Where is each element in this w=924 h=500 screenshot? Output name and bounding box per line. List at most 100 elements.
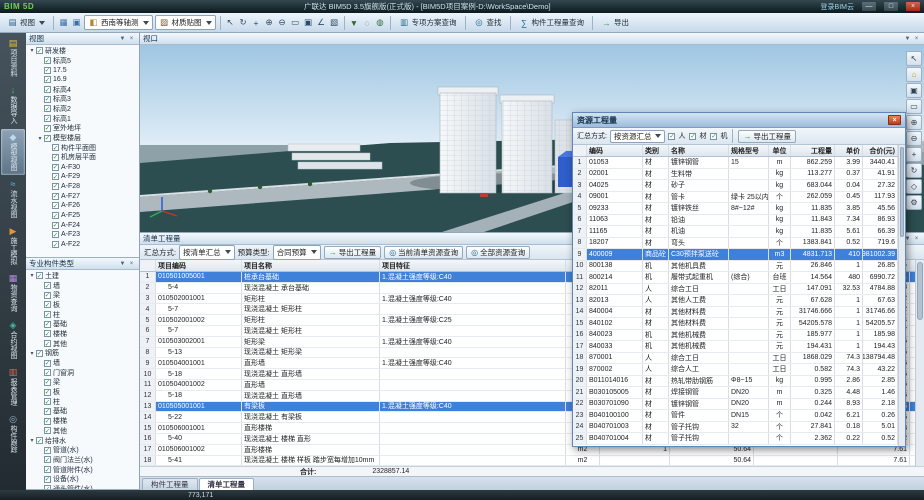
table-row[interactable]: 22B030701090材镀锌钢管DN20m0.2448.932.18 bbox=[573, 399, 898, 411]
component-quantity-query-button[interactable]: ∑ 构件工程量查询 bbox=[515, 15, 589, 30]
table-row[interactable]: 14840004材其他材料费元31746.666131746.66 bbox=[573, 307, 898, 319]
material-mode-combo[interactable]: ▨ 材质贴图 bbox=[155, 15, 216, 30]
nav-tab-model-view[interactable]: ◆模型视图 bbox=[1, 129, 25, 175]
checkbox[interactable] bbox=[52, 222, 59, 229]
resource-window-titlebar[interactable]: 资源工程量 × bbox=[573, 113, 905, 128]
table-row[interactable]: 15840102材其他材料费元54205.578154205.57 bbox=[573, 318, 898, 330]
hide-icon[interactable]: ◌ bbox=[362, 17, 373, 28]
table-row[interactable]: 409001材管卡绿卡 25以内个262.0590.45117.93 bbox=[573, 192, 898, 204]
checkbox[interactable] bbox=[52, 154, 59, 161]
checkbox[interactable] bbox=[44, 485, 51, 489]
checkbox[interactable] bbox=[44, 340, 51, 347]
home-view-icon[interactable]: ⌂ bbox=[906, 67, 922, 82]
tree-item[interactable]: 机房层平面 bbox=[26, 153, 139, 163]
checkbox[interactable] bbox=[44, 476, 51, 483]
tree-item[interactable]: A-F29 bbox=[26, 172, 139, 182]
column-header[interactable]: 项目特征 bbox=[380, 260, 566, 271]
maximize-button[interactable]: □ bbox=[884, 2, 898, 11]
orbit-icon[interactable]: ↻ bbox=[238, 17, 249, 28]
summary-mode-combo[interactable]: 按清单汇总 bbox=[179, 245, 235, 260]
table-row[interactable]: 9400009商品砼C30预拌泵送砼m34831.7134101981002.3… bbox=[573, 249, 898, 261]
checkbox[interactable] bbox=[44, 125, 51, 132]
resource-filter-2[interactable]: 机 bbox=[710, 131, 727, 141]
checkbox[interactable] bbox=[44, 115, 51, 122]
bottom-tab[interactable]: 清单工程量 bbox=[199, 478, 255, 490]
settings-icon[interactable]: ⚙ bbox=[906, 195, 922, 210]
checkbox[interactable] bbox=[44, 292, 51, 299]
column-header[interactable]: 名称 bbox=[669, 145, 729, 156]
zoom-in-icon[interactable]: ⊕ bbox=[906, 115, 922, 130]
checkbox[interactable] bbox=[44, 418, 51, 425]
isolate-icon[interactable]: ◍ bbox=[375, 17, 386, 28]
type-item[interactable]: 板 bbox=[26, 387, 139, 397]
minimize-button[interactable]: — bbox=[862, 2, 876, 11]
table-row[interactable]: 509233材镀锌铁丝8#~12#kg11.8353.8545.56 bbox=[573, 203, 898, 215]
checkbox[interactable] bbox=[44, 301, 51, 308]
table-row[interactable]: 1382013人其他人工费元67.628167.63 bbox=[573, 295, 898, 307]
checkbox[interactable] bbox=[52, 183, 59, 190]
checkbox[interactable] bbox=[52, 193, 59, 200]
type-item[interactable]: 管道附件(水) bbox=[26, 465, 139, 475]
special-plan-query-button[interactable]: ▥ 专项方案查询 bbox=[395, 15, 461, 30]
expander-icon[interactable]: ▾ bbox=[28, 47, 36, 54]
zoom-window-icon[interactable]: ▭ bbox=[290, 17, 301, 28]
checkbox[interactable] bbox=[710, 133, 717, 140]
tree-root[interactable]: ▾研发楼 bbox=[26, 46, 139, 56]
front-view-icon[interactable]: ◇ bbox=[906, 179, 922, 194]
section-icon[interactable]: ▧ bbox=[329, 17, 340, 28]
checkbox[interactable] bbox=[36, 272, 43, 279]
table-row[interactable]: 24B040701003材管子托钩32个27.8410.185.01 bbox=[573, 422, 898, 434]
measure-icon[interactable]: ∠ bbox=[316, 17, 327, 28]
export-quantity-button[interactable]: → 导出工程量 bbox=[738, 130, 796, 143]
pin-icon[interactable]: ▼ bbox=[118, 259, 127, 268]
tree-item[interactable]: A-F27 bbox=[26, 191, 139, 201]
checkbox[interactable] bbox=[44, 447, 51, 454]
column-header[interactable]: 编码 bbox=[587, 145, 643, 156]
nav-tab-data-import[interactable]: ↓数据导入 bbox=[1, 82, 25, 128]
checkbox[interactable] bbox=[44, 311, 51, 318]
tree-item[interactable]: 16.9 bbox=[26, 75, 139, 85]
zoom-extents-icon[interactable]: ▣ bbox=[303, 17, 314, 28]
type-item[interactable]: 管道(水) bbox=[26, 445, 139, 455]
column-header[interactable]: 规格型号 bbox=[729, 145, 769, 156]
type-item[interactable]: 墙 bbox=[26, 358, 139, 368]
tree-item[interactable]: 标高2 bbox=[26, 104, 139, 114]
tree-item[interactable]: A-F26 bbox=[26, 201, 139, 211]
checkbox[interactable] bbox=[44, 67, 51, 74]
checkbox[interactable] bbox=[52, 144, 59, 151]
table-row[interactable]: 185-41现浇混凝土 楼梯 样板 踏步宽每增加10mmm250.647.61 bbox=[140, 456, 915, 466]
pan-icon[interactable]: + bbox=[906, 147, 922, 162]
nav-tab-contract-view[interactable]: ◈合约视图 bbox=[1, 317, 25, 363]
close-button[interactable]: × bbox=[888, 115, 901, 125]
resource-filter-1[interactable]: 材 bbox=[689, 131, 706, 141]
pin-icon[interactable]: ▼ bbox=[118, 34, 127, 43]
view-direction-combo[interactable]: ◧ 西南等轴测 bbox=[84, 15, 153, 30]
checkbox[interactable] bbox=[668, 133, 675, 140]
column-header[interactable]: 项目编码 bbox=[156, 260, 242, 271]
type-item[interactable]: 板 bbox=[26, 300, 139, 310]
tree-item[interactable]: A-F30 bbox=[26, 162, 139, 172]
checkbox[interactable] bbox=[44, 398, 51, 405]
all-resource-query-button[interactable]: ◎ 全部资源查询 bbox=[466, 246, 530, 259]
table-row[interactable]: 711165材机油kg11.8355.6166.39 bbox=[573, 226, 898, 238]
checkbox[interactable] bbox=[52, 231, 59, 238]
close-button[interactable]: × bbox=[906, 2, 920, 11]
tree-item[interactable]: A-F28 bbox=[26, 182, 139, 192]
expander-icon[interactable]: ▾ bbox=[28, 350, 36, 357]
column-header[interactable]: 项目名称 bbox=[242, 260, 380, 271]
table-row[interactable]: 10800138机其他机具费元26.846126.85 bbox=[573, 261, 898, 273]
checkbox[interactable] bbox=[44, 408, 51, 415]
type-item[interactable]: 楼梯 bbox=[26, 329, 139, 339]
checkbox[interactable] bbox=[52, 202, 59, 209]
tree-item[interactable]: 17.5 bbox=[26, 65, 139, 75]
tree-item[interactable]: 标高3 bbox=[26, 94, 139, 104]
checkbox[interactable] bbox=[44, 57, 51, 64]
tree-item[interactable]: 标高1 bbox=[26, 114, 139, 124]
column-header[interactable]: 单价 bbox=[835, 145, 863, 156]
zoom-out-icon[interactable]: ⊖ bbox=[277, 17, 288, 28]
scrollbar-thumb[interactable] bbox=[900, 147, 904, 237]
expander-icon[interactable]: ▾ bbox=[36, 135, 44, 142]
table-row[interactable]: 101053材镀锌钢管15m862.2593.993440.41 bbox=[573, 157, 898, 169]
checkbox[interactable] bbox=[44, 321, 51, 328]
select-icon[interactable]: ↖ bbox=[906, 51, 922, 66]
